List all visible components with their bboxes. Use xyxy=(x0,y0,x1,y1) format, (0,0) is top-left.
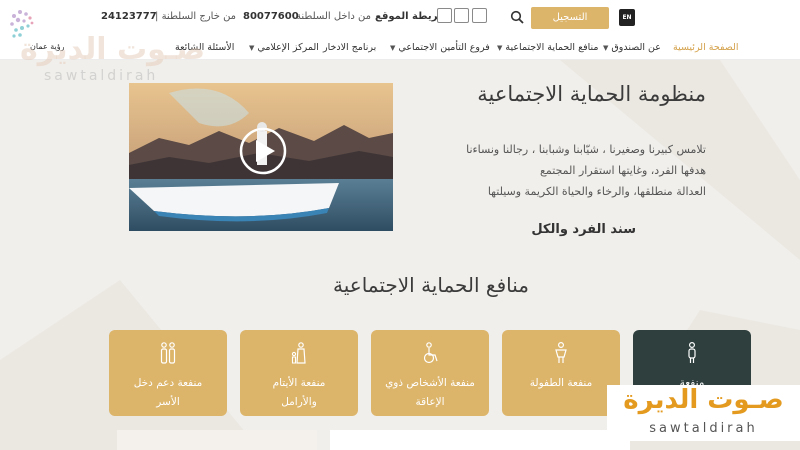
hero-text-line: العدالة منطلقها، والرخاء والحياة الكريمة… xyxy=(487,185,706,198)
content-strip xyxy=(330,430,630,450)
benefit-card-label: منفعة الطفولة xyxy=(529,377,593,389)
register-button[interactable]: التسجيل xyxy=(531,7,609,29)
chevron-down-icon: ▼ xyxy=(249,44,255,52)
outside-sultanate-label: | من خارج السلطنة xyxy=(155,11,237,22)
search-icon[interactable] xyxy=(510,10,524,24)
nav-home[interactable]: الصفحة الرئيسية xyxy=(673,42,739,53)
child-icon xyxy=(555,342,567,363)
nav-savings-program-label: برنامج الادخار xyxy=(323,42,377,53)
font-size-reset-button[interactable] xyxy=(454,8,469,23)
content-strip xyxy=(117,430,317,450)
watermark-latin-top: sawtaldirah xyxy=(44,68,159,84)
family-icon xyxy=(160,342,176,364)
watermark-logo: صـوت الديرة sawtaldirah xyxy=(607,385,800,441)
inside-sultanate-number[interactable]: 80077600 xyxy=(243,11,299,22)
chevron-down-icon: ▼ xyxy=(390,44,396,52)
nav-home-label: الصفحة الرئيسية xyxy=(673,42,739,53)
hero-slogan: سند الفرد والكل xyxy=(531,222,636,237)
benefit-card-childhood[interactable]: منفعة الطفولة xyxy=(502,330,620,416)
language-toggle[interactable]: EN xyxy=(619,9,635,26)
hero-video-thumbnail[interactable] xyxy=(129,83,393,231)
watermark-arabic-top: صـوت الديرة xyxy=(20,32,206,67)
benefit-card-label: منفعة الأشخاص ذوي الإعاقة xyxy=(385,377,475,408)
benefit-card-family-income[interactable]: منفعة دعم دخل الأسر xyxy=(109,330,227,416)
watermark-arabic: صـوت الديرة xyxy=(623,385,784,415)
wheelchair-icon xyxy=(423,342,438,364)
hero-text-line: تلامس كبيرنا وصغيرنا ، شيّابنا وشبابنا ،… xyxy=(466,143,706,156)
nav-protection-benefits-label: منافع الحماية الاجتماعية xyxy=(505,42,599,53)
chevron-down-icon: ▼ xyxy=(603,44,609,52)
benefits-section-title: منافع الحماية الاجتماعية xyxy=(333,273,529,297)
sitemap-link[interactable]: خريطة الموقع xyxy=(375,11,445,22)
outside-sultanate-number[interactable]: 24123777 xyxy=(101,11,157,22)
nav-protection-benefits[interactable]: ▼ منافع الحماية الاجتماعية xyxy=(494,42,599,53)
benefit-card-disability[interactable]: منفعة الأشخاص ذوي الإعاقة xyxy=(371,330,489,416)
widow-orphan-icon xyxy=(291,342,306,364)
benefit-card-label: منفعة دعم دخل الأسر xyxy=(133,377,203,408)
font-size-increase-button[interactable] xyxy=(472,8,487,23)
nav-about-fund[interactable]: ▼ عن الصندوق xyxy=(600,42,661,53)
top-utility-bar: | من خارج السلطنة 24123777 من داخل السلط… xyxy=(0,0,800,36)
font-size-decrease-button[interactable] xyxy=(437,8,452,23)
watermark-latin: sawtaldirah xyxy=(649,421,758,436)
elderly-person-icon xyxy=(688,342,696,363)
nav-media-center-label: المركز الإعلامي xyxy=(257,42,319,53)
nav-about-fund-label: عن الصندوق xyxy=(611,42,661,53)
nav-insurance-branches[interactable]: ▼ فروع التأمين الاجتماعي xyxy=(387,42,490,53)
nav-media-center[interactable]: ▼ المركز الإعلامي xyxy=(246,42,319,53)
chevron-down-icon: ▼ xyxy=(497,44,503,52)
nav-insurance-branches-label: فروع التأمين الاجتماعي xyxy=(398,42,490,53)
hero-title: منظومة الحماية الاجتماعية xyxy=(477,82,706,106)
inside-sultanate-label: من داخل السلطنة xyxy=(296,11,371,22)
benefit-card-label: منفعة الأيتام والأرامل xyxy=(272,377,326,408)
hero-text-line: هدفها الفرد، وغايتها استقرار المجتمع xyxy=(540,164,706,177)
benefit-card-orphans-widows[interactable]: منفعة الأيتام والأرامل xyxy=(240,330,358,416)
nav-savings-program[interactable]: برنامج الادخار xyxy=(323,42,376,53)
